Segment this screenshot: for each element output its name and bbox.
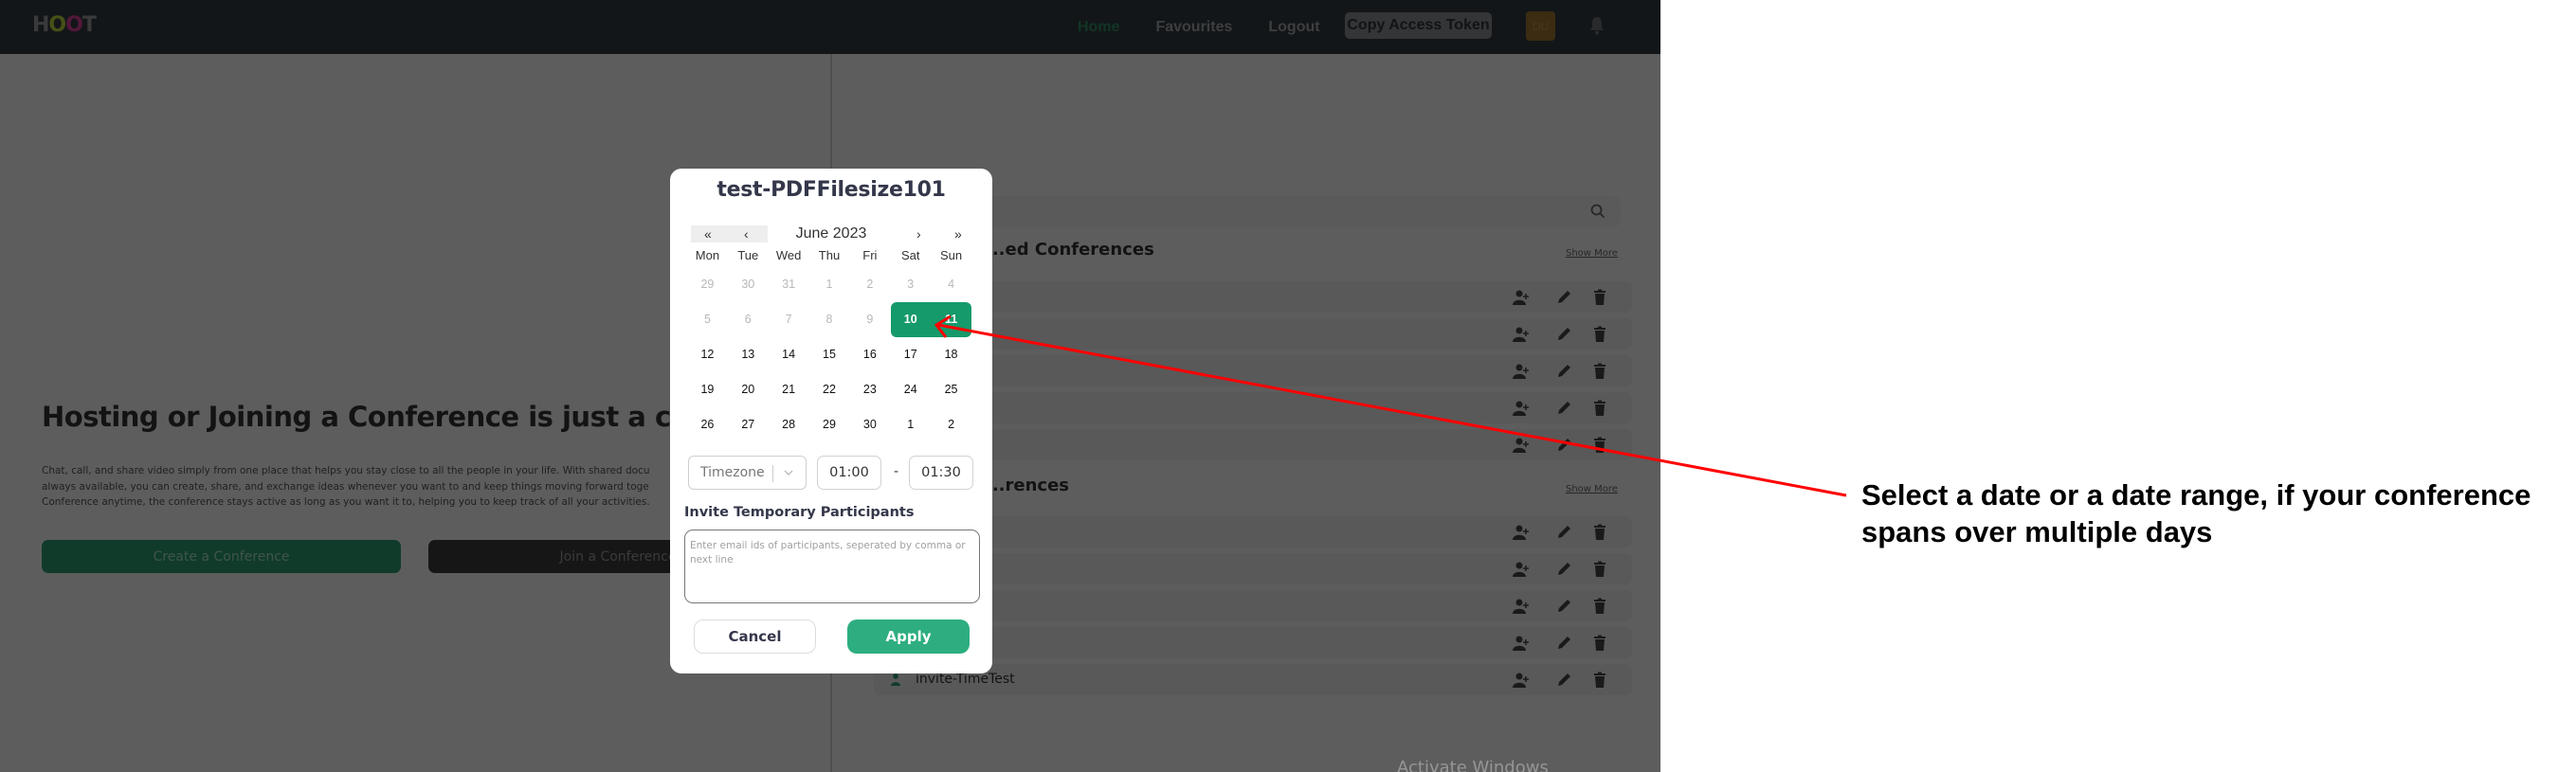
next-month-button[interactable]: › bbox=[916, 226, 921, 242]
calendar-day[interactable]: 30 bbox=[849, 407, 890, 442]
weekday-label: Tue bbox=[737, 248, 759, 262]
calendar-day[interactable]: 9 bbox=[849, 302, 890, 337]
calendar-day[interactable]: 19 bbox=[687, 372, 728, 407]
calendar-day[interactable]: 15 bbox=[809, 337, 850, 372]
annotation-callout: Select a date or a date range, if your c… bbox=[1861, 476, 2531, 550]
next-year-button[interactable]: » bbox=[954, 226, 962, 242]
calendar-day[interactable]: 8 bbox=[809, 302, 850, 337]
calendar-day[interactable]: 17 bbox=[890, 337, 931, 372]
time-separator: - bbox=[894, 464, 899, 479]
invite-placeholder: Enter email ids of participants, seperat… bbox=[690, 540, 966, 566]
calendar-navigation: June 2023 « ‹ › » bbox=[691, 225, 971, 242]
calendar-day[interactable]: 2 bbox=[931, 407, 971, 442]
weekday-label: Thu bbox=[818, 248, 841, 262]
calendar-day[interactable]: 25 bbox=[931, 372, 971, 407]
calendar-day[interactable]: 26 bbox=[687, 407, 728, 442]
calendar-grid: Mon Tue Wed Thu Fri Sat Sun 29 30 31 1 2 3 4 5 6 7 8 9 10 1… bbox=[691, 248, 971, 442]
weekday-label: Mon bbox=[695, 248, 720, 262]
calendar-day[interactable]: 4 bbox=[931, 267, 971, 302]
calendar-day[interactable]: 24 bbox=[890, 372, 931, 407]
schedule-modal: test-PDFFilesize101 June 2023 « ‹ › » Mo… bbox=[670, 169, 992, 673]
calendar-day[interactable]: 31 bbox=[769, 267, 809, 302]
cancel-button[interactable]: Cancel bbox=[694, 619, 816, 654]
calendar-day[interactable]: 21 bbox=[769, 372, 809, 407]
calendar-day[interactable]: 5 bbox=[687, 302, 728, 337]
calendar-day[interactable]: 29 bbox=[687, 267, 728, 302]
select-separator bbox=[772, 465, 773, 482]
apply-button[interactable]: Apply bbox=[847, 619, 970, 654]
callout-line: spans over multiple days bbox=[1861, 515, 2213, 548]
calendar-week-row: 5 6 7 8 9 10 11 bbox=[687, 302, 971, 337]
calendar-day[interactable]: 22 bbox=[809, 372, 850, 407]
calendar-week-row: 19 20 21 22 23 24 25 bbox=[687, 372, 971, 407]
start-time-input[interactable]: 01:00 bbox=[817, 456, 881, 490]
weekday-label: Sun bbox=[940, 248, 963, 262]
calendar-day[interactable]: 1 bbox=[809, 267, 850, 302]
prev-year-button[interactable]: « bbox=[704, 226, 712, 242]
invite-participants-textarea[interactable]: Enter email ids of participants, seperat… bbox=[684, 530, 980, 603]
calendar-day[interactable]: 30 bbox=[728, 267, 769, 302]
chevron-down-icon[interactable] bbox=[783, 467, 794, 478]
app-window: HOOT Home Favourites Logout Copy Access … bbox=[0, 0, 1660, 772]
callout-line: Select a date or a date range, if your c… bbox=[1861, 478, 2531, 512]
end-time-input[interactable]: 01:30 bbox=[909, 456, 973, 490]
calendar-day[interactable]: 1 bbox=[890, 407, 931, 442]
calendar-week-row: 29 30 31 1 2 3 4 bbox=[687, 267, 971, 302]
invite-participants-label: Invite Temporary Participants bbox=[684, 505, 915, 520]
weekday-header: Mon Tue Wed Thu Fri Sat Sun bbox=[687, 248, 971, 263]
timezone-placeholder: Timezone bbox=[700, 465, 765, 480]
calendar-day[interactable]: 2 bbox=[849, 267, 890, 302]
calendar-month-label[interactable]: June 2023 bbox=[691, 225, 971, 242]
calendar-day[interactable]: 6 bbox=[728, 302, 769, 337]
calendar-day[interactable]: 20 bbox=[728, 372, 769, 407]
calendar-day[interactable]: 23 bbox=[849, 372, 890, 407]
calendar-day[interactable]: 29 bbox=[809, 407, 850, 442]
activate-windows-watermark: Activate Windows bbox=[1397, 758, 1549, 772]
weekday-label: Sat bbox=[900, 248, 920, 262]
weekday-label: Wed bbox=[775, 248, 802, 262]
prev-month-button[interactable]: ‹ bbox=[744, 226, 749, 242]
calendar-day[interactable]: 12 bbox=[687, 337, 728, 372]
calendar-day-selected[interactable]: 10 bbox=[890, 302, 931, 337]
calendar-day-selected[interactable]: 11 bbox=[931, 302, 971, 337]
calendar-day[interactable]: 3 bbox=[890, 267, 931, 302]
calendar-day[interactable]: 27 bbox=[728, 407, 769, 442]
calendar-day[interactable]: 28 bbox=[769, 407, 809, 442]
modal-title: test-PDFFilesize101 bbox=[717, 178, 946, 202]
calendar-day[interactable]: 13 bbox=[728, 337, 769, 372]
calendar-week-row: 12 13 14 15 16 17 18 bbox=[687, 337, 971, 372]
weekday-label: Fri bbox=[862, 248, 878, 262]
calendar-day[interactable]: 7 bbox=[769, 302, 809, 337]
calendar-day[interactable]: 18 bbox=[931, 337, 971, 372]
timezone-select[interactable]: Timezone bbox=[688, 456, 807, 490]
calendar-day[interactable]: 16 bbox=[849, 337, 890, 372]
calendar-week-row: 26 27 28 29 30 1 2 bbox=[687, 407, 971, 442]
calendar-day[interactable]: 14 bbox=[769, 337, 809, 372]
